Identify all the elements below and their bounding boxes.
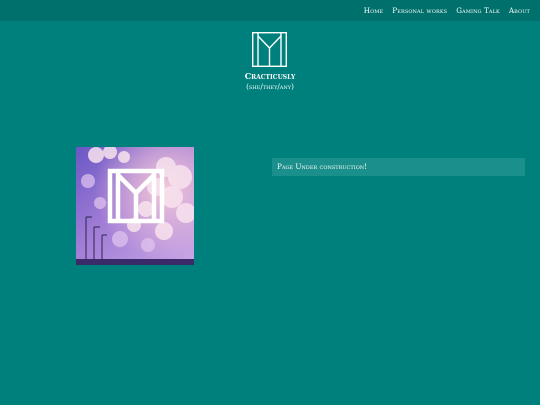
nav-home-link[interactable]: Home xyxy=(364,6,384,15)
nav-about-link[interactable]: About xyxy=(509,6,530,15)
monogram-logo-icon[interactable] xyxy=(251,31,287,67)
under-construction-notice: Page Under construction! xyxy=(272,158,525,176)
hero-image xyxy=(76,147,194,265)
site-pronouns: (she/they/any) xyxy=(246,82,294,91)
top-bar: Home Personal works Gaming Talk About xyxy=(0,0,540,21)
nav-personal-works-link[interactable]: Personal works xyxy=(392,6,447,15)
main-nav: Home Personal works Gaming Talk About xyxy=(364,6,530,15)
nav-gaming-talk-link[interactable]: Gaming Talk xyxy=(456,6,500,15)
site-title[interactable]: Cracticusly xyxy=(0,71,540,81)
